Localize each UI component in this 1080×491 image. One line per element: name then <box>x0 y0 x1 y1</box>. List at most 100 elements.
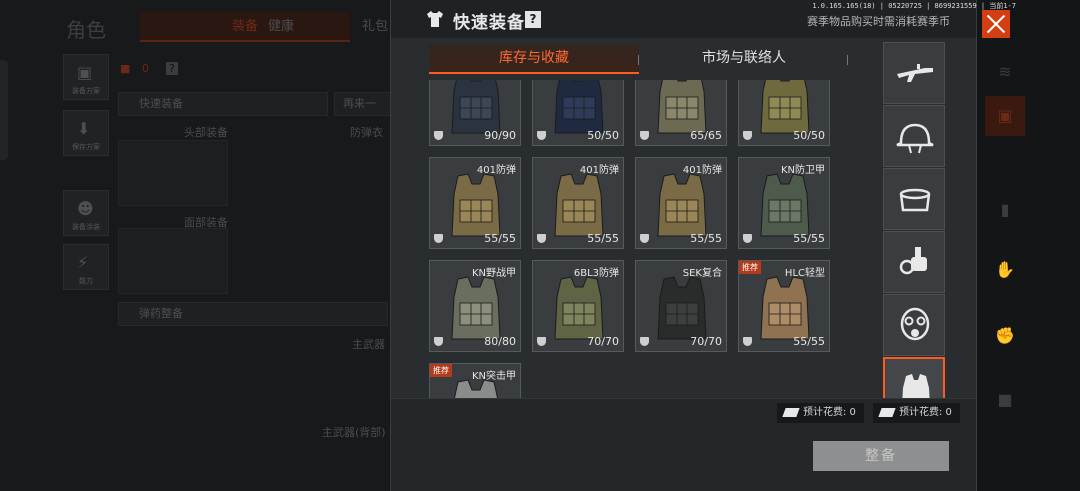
tab-market[interactable]: 市场与联络人 <box>644 44 844 74</box>
armor-item-card[interactable]: SEK复合 70/70 <box>635 260 727 352</box>
shirt-icon <box>427 11 443 27</box>
bottom-bar: 预计花费: 0 预计花费: 0 整备 <box>391 398 976 491</box>
category-pot[interactable] <box>883 168 945 230</box>
category-vest[interactable] <box>883 357 945 398</box>
armor-item-card[interactable]: 401防弹 55/55 <box>532 157 624 249</box>
shield-icon <box>537 337 546 346</box>
item-name: SEK复合 <box>682 268 722 279</box>
item-durability: 70/70 <box>690 335 722 348</box>
rifle-icon <box>897 64 933 82</box>
bg-stack-icon: ≋ <box>998 62 1012 81</box>
bg-again: 再来一 <box>334 92 394 116</box>
item-name: KN野战甲 <box>471 268 516 279</box>
category-rifle[interactable] <box>883 42 945 104</box>
recommend-badge: 推荐 <box>739 261 761 274</box>
ticket-icon <box>782 408 800 417</box>
pot-icon <box>899 188 931 212</box>
cost-estimate-2: 预计花费: 0 <box>873 403 960 423</box>
item-durability: 65/65 <box>690 129 722 142</box>
item-durability: 55/55 <box>793 335 825 348</box>
armor-item-card[interactable]: 401防弹 55/55 <box>429 157 521 249</box>
bg-tab-equip: 装备 <box>140 12 350 42</box>
bg-cash-icon: ■ <box>120 62 131 75</box>
shield-icon <box>640 337 649 346</box>
armor-item-card[interactable]: 推荐 KN突击甲 <box>429 363 521 398</box>
item-durability: 55/55 <box>793 232 825 245</box>
bg-vest-icon: ▣ <box>985 96 1025 136</box>
season-notice: 赛季物品购买时需消耗赛季币 <box>807 15 950 28</box>
bg-bottle-icon: ▮ <box>1000 200 1010 219</box>
armor-item-card[interactable]: 401防弹 55/55 <box>635 157 727 249</box>
modal-title: 快速装备 <box>453 13 525 33</box>
item-durability: 55/55 <box>690 232 722 245</box>
shield-icon <box>640 234 649 243</box>
shield-icon <box>434 337 443 346</box>
modal-tabs: 库存与收藏 市场与联络人 <box>429 44 849 74</box>
armor-item-card[interactable]: 6BL3防弹 70/70 <box>532 260 624 352</box>
armor-item-card[interactable]: 推荐 HLC轻型 55/55 <box>738 260 830 352</box>
shield-icon <box>743 131 752 140</box>
armor-item-card[interactable]: KN防卫甲 55/55 <box>738 157 830 249</box>
bg-slot-primary: 主武器 <box>352 338 385 351</box>
bg-tabbar: 装备 健康 礼包 <box>140 12 400 42</box>
equip-button[interactable]: 整备 <box>813 441 949 471</box>
item-durability: 55/55 <box>587 232 619 245</box>
armor-item-card[interactable]: 90/90 <box>429 80 521 146</box>
bg-slot-head: 头部装备 <box>184 126 228 139</box>
item-durability: 80/80 <box>484 335 516 348</box>
armor-item-card[interactable]: 65/65 <box>635 80 727 146</box>
shield-icon <box>434 131 443 140</box>
category-gas-mask[interactable] <box>883 294 945 356</box>
bg-slot-head-box <box>118 140 228 206</box>
bg-right-column: ≋ ▣ ▮ ✋ ✊ ■ <box>977 0 1080 491</box>
item-grid[interactable]: 90/90 50/50 65/65 50/50 401防弹 55/55 401防弹 55/55… <box>429 80 849 398</box>
item-durability: 50/50 <box>793 129 825 142</box>
item-name: 401防弹 <box>476 165 516 176</box>
recommend-badge: 推荐 <box>430 364 452 377</box>
armor-item-card[interactable]: 50/50 <box>532 80 624 146</box>
left-edge-tab <box>0 60 8 160</box>
shield-icon <box>537 234 546 243</box>
bg-tab-health: 健康 <box>268 19 295 34</box>
tab-separator <box>638 55 639 65</box>
bg-side-ability: ⚡ 能力 <box>63 244 109 290</box>
ticket-icon <box>878 408 896 417</box>
item-durability: 90/90 <box>484 129 516 142</box>
bg-slot-primary-back: 主武器(背部) <box>322 426 386 439</box>
category-night-vision[interactable] <box>883 231 945 293</box>
bg-quick-equip: 快速装备 <box>118 92 328 116</box>
help-button[interactable]: ? <box>525 11 541 28</box>
armor-item-card[interactable]: 50/50 <box>738 80 830 146</box>
bg-slot-face-box <box>118 228 228 294</box>
bg-slot-armor: 防弹衣 <box>350 126 383 139</box>
bg-side-save: ⬇ 保存方案 <box>63 110 109 156</box>
tab-inventory[interactable]: 库存与收藏 <box>429 44 639 74</box>
armor-item-card[interactable]: KN野战甲 80/80 <box>429 260 521 352</box>
quick-equip-modal: 快速装备 ? 赛季物品购买时需消耗赛季币 库存与收藏 市场与联络人 90/90 5… <box>390 0 977 491</box>
category-helmet[interactable] <box>883 105 945 167</box>
bg-side-paint: ☻ 装备涂装 <box>63 190 109 236</box>
helmet-icon <box>896 123 934 154</box>
tab-separator <box>847 55 848 65</box>
download-icon: ⬇ <box>77 119 91 138</box>
close-button[interactable] <box>982 10 1010 38</box>
bg-tab-gift: 礼包 <box>362 19 389 34</box>
item-durability: 70/70 <box>587 335 619 348</box>
bg-bag-icon: ■ <box>997 390 1013 409</box>
shield-icon <box>640 131 649 140</box>
mask-icon: ☻ <box>77 199 94 218</box>
bg-title: 角色 <box>66 18 106 42</box>
item-durability: 55/55 <box>484 232 516 245</box>
shield-icon <box>743 337 752 346</box>
item-name: 401防弹 <box>579 165 619 176</box>
shield-icon <box>537 131 546 140</box>
item-name: HLC轻型 <box>784 268 825 279</box>
bg-glove-icon: ✋ <box>995 260 1015 279</box>
cost-estimate-1: 预计花费: 0 <box>777 403 864 423</box>
item-durability: 50/50 <box>587 129 619 142</box>
vest-icon <box>902 374 930 398</box>
ability-icon: ⚡ <box>77 253 89 272</box>
shield-icon <box>434 234 443 243</box>
category-column <box>883 42 945 398</box>
bg-ammo: 弹药整备 <box>118 302 388 326</box>
